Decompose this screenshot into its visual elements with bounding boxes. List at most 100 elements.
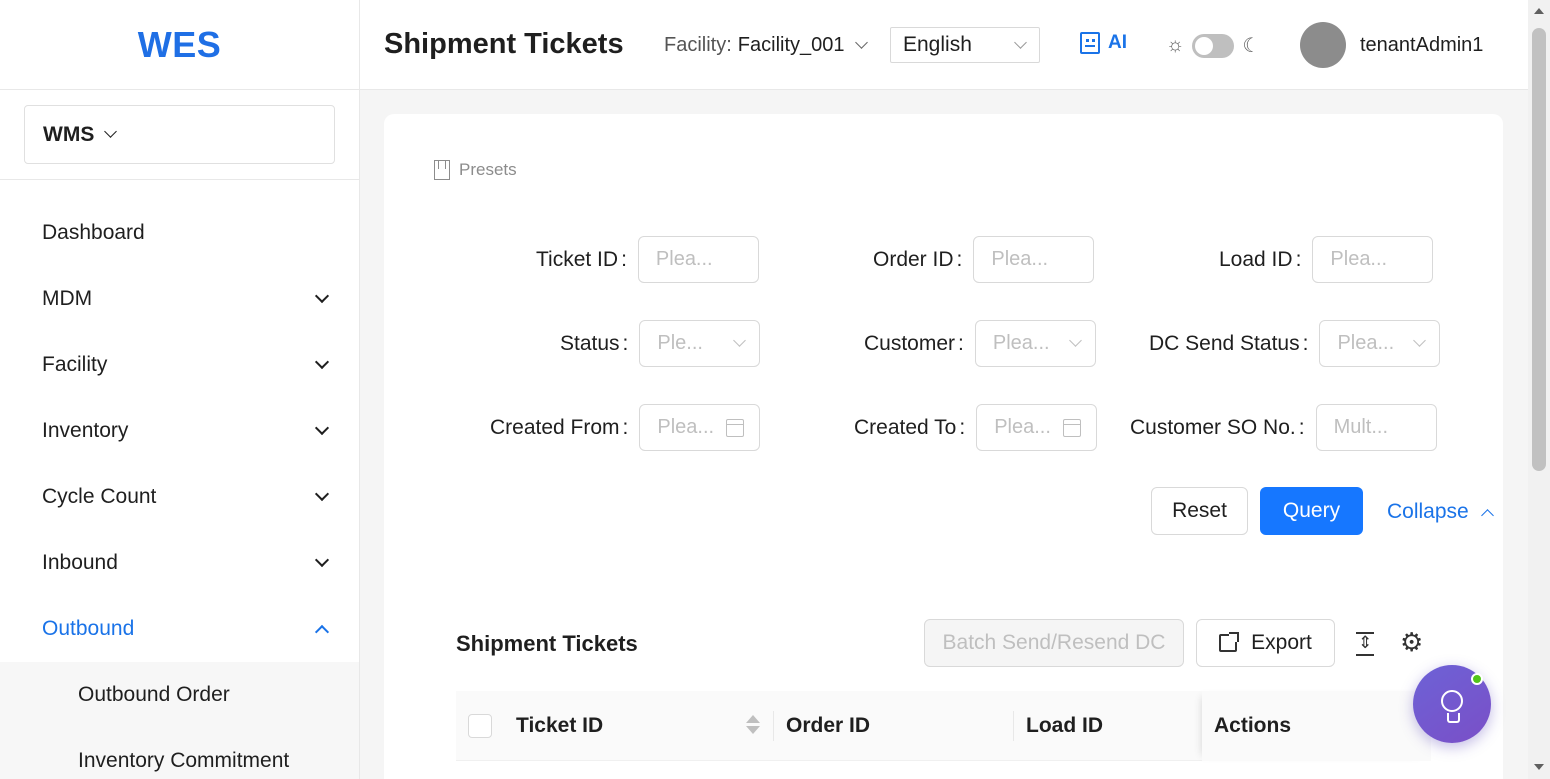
online-status-dot: [1471, 673, 1483, 685]
chevron-down-icon: [1069, 334, 1082, 347]
language-select[interactable]: English: [890, 27, 1040, 63]
status-select[interactable]: Ple...: [639, 320, 761, 367]
sidebar-item-inbound[interactable]: Inbound: [0, 530, 359, 596]
collapse-button[interactable]: Collapse: [1387, 500, 1494, 524]
density-icon[interactable]: [1356, 632, 1374, 656]
presets-button[interactable]: Presets: [434, 160, 517, 180]
filter-status: Status: Ple...: [560, 320, 761, 367]
sidebar-item-outbound[interactable]: Outbound: [0, 596, 359, 662]
facility-selector[interactable]: Facility: Facility_001: [664, 34, 868, 57]
placeholder: Plea...: [655, 248, 713, 270]
filter-label: Ticket ID: [536, 247, 619, 271]
column-header-ticket-id[interactable]: Ticket ID: [516, 691, 603, 761]
filter-dc-send-status: DC Send Status: Plea...: [1149, 320, 1441, 367]
sidebar-item-cycle-count[interactable]: Cycle Count: [0, 464, 359, 530]
ticket-id-input[interactable]: Plea...: [637, 236, 759, 283]
sidebar-item-label: Outbound: [42, 617, 135, 640]
ai-label: AI: [1108, 32, 1127, 53]
created-from-datepicker[interactable]: Plea...: [639, 404, 761, 451]
page-scrollbar[interactable]: [1528, 0, 1550, 779]
scroll-up-arrow-icon[interactable]: [1534, 8, 1544, 14]
dc-send-status-select[interactable]: Plea...: [1319, 320, 1441, 367]
column-header-actions: Actions: [1214, 714, 1292, 737]
sidebar-subitem-outbound-order[interactable]: Outbound Order: [0, 662, 359, 728]
scroll-down-arrow-icon[interactable]: [1534, 764, 1544, 770]
chevron-up-icon: [314, 624, 330, 640]
language-value: English: [903, 33, 972, 56]
select-all-checkbox[interactable]: [468, 714, 492, 738]
filter-created-to: Created To: Plea...: [854, 404, 1098, 451]
filter-order-id: Order ID: Plea...: [873, 236, 1095, 283]
filter-label: Status: [560, 331, 620, 355]
customer-so-input[interactable]: Mult...: [1315, 404, 1437, 451]
sidebar-item-inventory[interactable]: Inventory: [0, 398, 359, 464]
filter-label: DC Send Status: [1149, 331, 1300, 355]
gear-icon[interactable]: ⚙: [1400, 628, 1423, 656]
user-menu[interactable]: tenantAdmin1: [1300, 22, 1483, 68]
export-button[interactable]: Export: [1196, 619, 1335, 667]
column-header-load-id: Load ID: [1026, 714, 1103, 737]
sidebar-item-label: Dashboard: [42, 221, 145, 244]
sidebar-item-mdm[interactable]: MDM: [0, 266, 359, 332]
chevron-down-icon: [314, 288, 330, 304]
chevron-down-icon: [1413, 334, 1427, 347]
facility-label: Facility:: [664, 34, 732, 56]
facility-value: Facility_001: [737, 34, 845, 56]
filter-customer-so: Customer SO No.: Mult...: [1130, 404, 1437, 451]
theme-toggle[interactable]: [1192, 33, 1235, 58]
calendar-icon: [726, 418, 745, 437]
username: tenantAdmin1: [1360, 33, 1484, 56]
placeholder: Ple...: [657, 332, 703, 354]
moon-icon: ☾: [1242, 35, 1261, 57]
column-divider: [773, 711, 774, 741]
calendar-icon: [1063, 418, 1082, 437]
placeholder: Plea...: [657, 416, 715, 438]
sidebar-item-label: MDM: [42, 287, 93, 310]
chevron-up-icon: [1480, 508, 1494, 522]
sidebar-item-label: Cycle Count: [42, 485, 157, 508]
chevron-down-icon: [733, 334, 747, 347]
export-icon: [1219, 632, 1240, 652]
filter-label: Created From: [490, 415, 620, 439]
filter-label: Load ID: [1219, 247, 1293, 271]
sidebar-item-dashboard[interactable]: Dashboard: [0, 200, 359, 266]
placeholder: Plea...: [994, 416, 1051, 438]
logo[interactable]: WES: [0, 0, 359, 90]
reset-button[interactable]: Reset: [1151, 487, 1248, 535]
sort-icon[interactable]: [746, 715, 760, 734]
table-header: Ticket ID Order ID Load ID Actions: [456, 691, 1431, 761]
export-label: Export: [1251, 631, 1312, 654]
filter-load-id: Load ID: Plea...: [1219, 236, 1434, 283]
sidebar-subitem-inventory-commitment[interactable]: Inventory Commitment: [0, 728, 359, 779]
sun-icon: ☼: [1166, 34, 1185, 56]
created-to-datepicker[interactable]: Plea...: [976, 404, 1098, 451]
column-divider: [1013, 711, 1014, 741]
module-select-label: WMS: [43, 122, 95, 146]
chevron-down-icon: [314, 486, 330, 502]
filter-created-from: Created From: Plea...: [490, 404, 761, 451]
load-id-input[interactable]: Plea...: [1312, 236, 1434, 283]
sidebar-subitem-label: Inventory Commitment: [78, 749, 290, 772]
chevron-down-icon: [314, 354, 330, 370]
query-button[interactable]: Query: [1260, 487, 1363, 535]
placeholder: Mult...: [1333, 416, 1389, 438]
chevron-down-icon: [104, 125, 118, 138]
actions-column: Actions: [1202, 691, 1431, 761]
placeholder: Plea...: [1330, 248, 1388, 270]
top-header: Shipment Tickets Facility: Facility_001 …: [360, 0, 1528, 90]
chevron-down-icon: [1014, 35, 1027, 49]
sidebar-item-facility[interactable]: Facility: [0, 332, 359, 398]
customer-select[interactable]: Plea...: [974, 320, 1096, 367]
order-id-input[interactable]: Plea...: [973, 236, 1095, 283]
avatar: [1300, 22, 1346, 68]
module-select[interactable]: WMS: [24, 105, 335, 164]
placeholder: Plea...: [991, 248, 1049, 270]
main-card: Presets Ticket ID: Plea... Order ID: Ple…: [384, 114, 1503, 779]
scrollbar-thumb[interactable]: [1532, 28, 1546, 471]
placeholder: Plea...: [1337, 332, 1395, 354]
placeholder: Plea...: [992, 332, 1050, 354]
ai-button[interactable]: AI: [1080, 32, 1127, 54]
sidebar-subitem-label: Outbound Order: [78, 683, 230, 706]
batch-send-dc-button[interactable]: Batch Send/Resend DC: [924, 619, 1184, 667]
presets-label: Presets: [459, 160, 517, 179]
